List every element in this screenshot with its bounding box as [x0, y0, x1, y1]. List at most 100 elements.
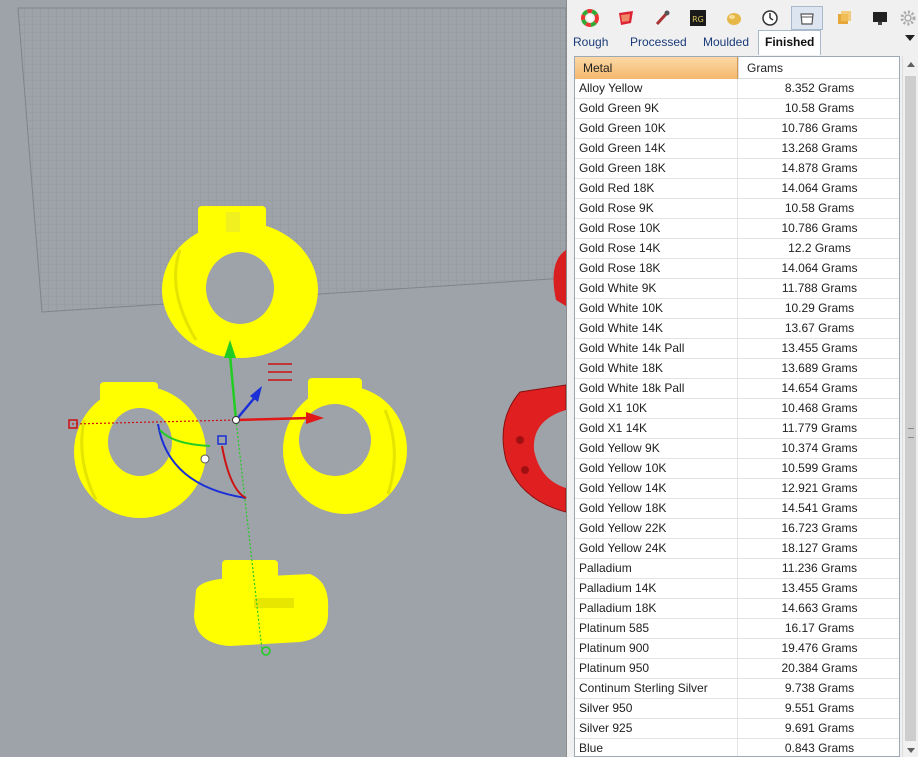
grams-cell: 16.723 Grams: [781, 521, 858, 535]
cube-icon[interactable]: [831, 6, 857, 30]
table-row[interactable]: Gold White 10K 10.29 Grams: [575, 299, 899, 319]
tab-moulded[interactable]: Moulded: [703, 31, 749, 54]
table-row[interactable]: Gold White 9K 11.788 Grams: [575, 279, 899, 299]
table-row[interactable]: Platinum 950 20.384 Grams: [575, 659, 899, 679]
grams-cell: 10.786 Grams: [781, 221, 858, 235]
table-row[interactable]: Gold Yellow 10K 10.599 Grams: [575, 459, 899, 479]
grams-cell: 10.786 Grams: [781, 121, 858, 135]
grams-cell: 9.738 Grams: [784, 681, 855, 695]
left-ring-object[interactable]: [74, 382, 206, 518]
settings-gear-icon[interactable]: [899, 6, 918, 30]
table-row[interactable]: Silver 925 9.691 Grams: [575, 719, 899, 739]
clock-icon[interactable]: [757, 6, 783, 30]
red-ring-object[interactable]: [502, 250, 566, 513]
color-wheel-icon[interactable]: [577, 6, 603, 30]
metal-name-cell: Gold Yellow 22K: [575, 519, 738, 539]
eyedropper-icon[interactable]: [649, 6, 675, 30]
table-row[interactable]: Gold Green 18K 14.878 Grams: [575, 159, 899, 179]
table-row[interactable]: Silver 950 9.551 Grams: [575, 699, 899, 719]
metal-name-cell: Gold White 18k Pall: [575, 379, 738, 399]
metal-name-cell: Platinum 900: [575, 639, 738, 659]
metal-name-cell: Gold White 18K: [575, 359, 738, 379]
viewport-scene[interactable]: [0, 0, 566, 757]
metal-name-cell: Gold Rose 14K: [575, 239, 738, 259]
rg-logo-icon[interactable]: RG: [685, 6, 711, 30]
grams-cell: 8.352 Grams: [784, 81, 855, 95]
grams-cell: 18.127 Grams: [781, 541, 858, 555]
metal-name-cell: Platinum 950: [575, 659, 738, 679]
metal-name-cell: Gold Rose 9K: [575, 199, 738, 219]
grams-cell: 10.599 Grams: [781, 461, 858, 475]
table-row[interactable]: Gold X1 14K 11.779 Grams: [575, 419, 899, 439]
table-row[interactable]: Palladium 14K 13.455 Grams: [575, 579, 899, 599]
table-row[interactable]: Gold Green 10K 10.786 Grams: [575, 119, 899, 139]
table-row[interactable]: Gold Yellow 18K 14.541 Grams: [575, 499, 899, 519]
table-row[interactable]: Gold Yellow 14K 12.921 Grams: [575, 479, 899, 499]
scroll-up-icon[interactable]: [907, 62, 915, 67]
table-scrollbar[interactable]: [902, 56, 918, 757]
grams-cell: 10.374 Grams: [781, 441, 858, 455]
table-row[interactable]: Gold Yellow 24K 18.127 Grams: [575, 539, 899, 559]
metal-name-cell: Gold Green 9K: [575, 99, 738, 119]
table-row[interactable]: Continum Sterling Silver 9.738 Grams: [575, 679, 899, 699]
metal-name-cell: Palladium 14K: [575, 579, 738, 599]
tab-finished[interactable]: Finished: [758, 30, 822, 55]
metal-name-cell: Silver 950: [575, 699, 738, 719]
metal-name-cell: Blue: [575, 739, 738, 756]
grams-cell: 10.29 Grams: [784, 301, 855, 315]
material-icon[interactable]: [613, 6, 639, 30]
table-row[interactable]: Gold White 18K 13.689 Grams: [575, 359, 899, 379]
table-row[interactable]: Blue 0.843 Grams: [575, 739, 899, 756]
monitor-icon[interactable]: [867, 6, 893, 30]
table-row[interactable]: Gold Green 14K 13.268 Grams: [575, 139, 899, 159]
grams-cell: 19.476 Grams: [781, 641, 858, 655]
table-row[interactable]: Gold Rose 10K 10.786 Grams: [575, 219, 899, 239]
metal-weight-panel: RG Rough Processed Moulded Finished Meta…: [566, 0, 918, 757]
metal-name-cell: Gold Green 10K: [575, 119, 738, 139]
metal-name-cell: Gold White 14K: [575, 319, 738, 339]
tab-rough[interactable]: Rough: [573, 31, 608, 54]
table-row[interactable]: Gold Rose 18K 14.064 Grams: [575, 259, 899, 279]
grams-cell: 16.17 Grams: [784, 621, 855, 635]
grams-cell: 10.58 Grams: [784, 101, 855, 115]
grams-cell: 9.691 Grams: [784, 721, 855, 735]
scroll-thumb[interactable]: [905, 76, 916, 741]
table-row[interactable]: Alloy Yellow 8.352 Grams: [575, 79, 899, 99]
tab-processed[interactable]: Processed: [630, 31, 687, 54]
metal-name-cell: Palladium 18K: [575, 599, 738, 619]
grams-cell: 13.455 Grams: [781, 581, 858, 595]
metal-name-cell: Gold White 14k Pall: [575, 339, 738, 359]
chevron-down-icon[interactable]: [905, 35, 915, 41]
column-header-grams[interactable]: Grams: [738, 57, 899, 79]
table-row[interactable]: Gold Green 9K 10.58 Grams: [575, 99, 899, 119]
metal-name-cell: Gold Yellow 10K: [575, 459, 738, 479]
sphere-icon[interactable]: [721, 6, 747, 30]
table-row[interactable]: Gold Yellow 22K 16.723 Grams: [575, 519, 899, 539]
bottom-ring-object[interactable]: [194, 560, 329, 646]
grams-cell: 11.236 Grams: [781, 561, 858, 575]
table-row[interactable]: Platinum 900 19.476 Grams: [575, 639, 899, 659]
table-row[interactable]: Gold Rose 9K 10.58 Grams: [575, 199, 899, 219]
table-row[interactable]: Gold Rose 14K 12.2 Grams: [575, 239, 899, 259]
table-row[interactable]: Gold X1 10K 10.468 Grams: [575, 399, 899, 419]
3d-viewport[interactable]: [0, 0, 566, 757]
table-row[interactable]: Gold White 14K 13.67 Grams: [575, 319, 899, 339]
metal-name-cell: Gold Green 18K: [575, 159, 738, 179]
ring-icon[interactable]: [791, 6, 823, 30]
grams-cell: 14.541 Grams: [781, 501, 858, 515]
table-row[interactable]: Gold White 14k Pall 13.455 Grams: [575, 339, 899, 359]
column-header-metal[interactable]: Metal: [575, 57, 738, 79]
grams-cell: 11.779 Grams: [781, 421, 858, 435]
scroll-down-icon[interactable]: [907, 748, 915, 753]
table-row[interactable]: Palladium 18K 14.663 Grams: [575, 599, 899, 619]
grams-cell: 10.468 Grams: [781, 401, 858, 415]
right-ring-object[interactable]: [283, 378, 407, 514]
table-row[interactable]: Platinum 585 16.17 Grams: [575, 619, 899, 639]
metal-name-cell: Gold Rose 18K: [575, 259, 738, 279]
table-row[interactable]: Gold Red 18K 14.064 Grams: [575, 179, 899, 199]
table-row[interactable]: Gold Yellow 9K 10.374 Grams: [575, 439, 899, 459]
grams-cell: 14.654 Grams: [781, 381, 858, 395]
table-row[interactable]: Palladium 11.236 Grams: [575, 559, 899, 579]
grams-cell: 14.064 Grams: [781, 181, 858, 195]
table-row[interactable]: Gold White 18k Pall 14.654 Grams: [575, 379, 899, 399]
